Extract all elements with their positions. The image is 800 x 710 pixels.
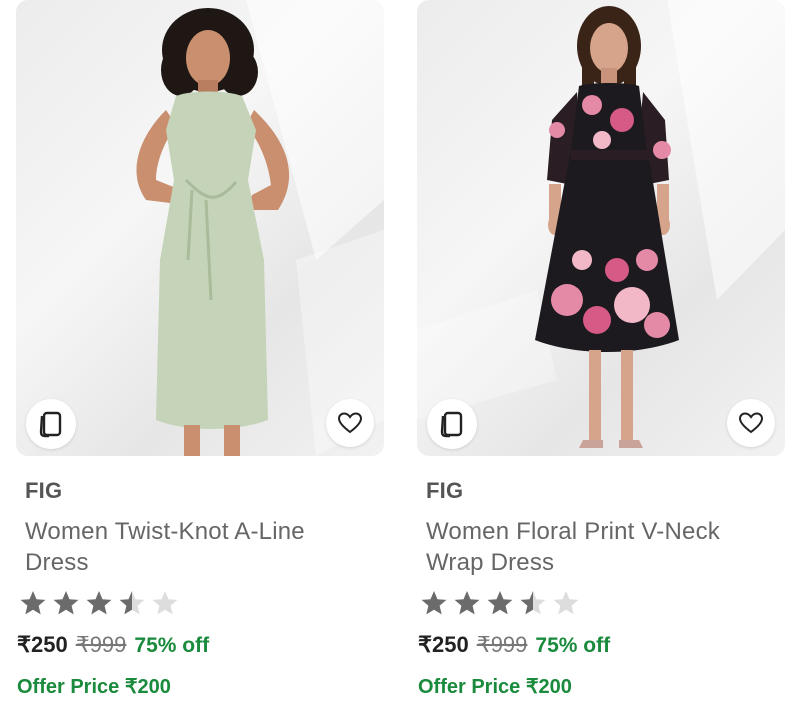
rating-stars — [19, 588, 179, 618]
similar-products-icon — [39, 411, 62, 438]
original-price: ₹999 — [476, 632, 528, 657]
heart-outline-icon — [738, 412, 764, 434]
product-title[interactable]: Women Twist-Knot A-Line Dress — [25, 516, 365, 578]
similar-products-button[interactable] — [26, 399, 76, 449]
selling-price: ₹250 — [418, 632, 469, 657]
heart-outline-icon — [337, 412, 363, 434]
similar-products-button[interactable] — [427, 399, 477, 449]
product-image[interactable] — [417, 0, 785, 456]
offer-price: Offer Price ₹200 — [17, 676, 171, 698]
price-row: ₹250 ₹999 75% off — [17, 632, 209, 658]
wishlist-button[interactable] — [326, 399, 374, 447]
rating-stars — [420, 588, 580, 618]
product-image[interactable] — [16, 0, 384, 456]
product-brand: FIG — [25, 478, 63, 503]
star-filled-icon — [421, 591, 447, 615]
star-filled-icon — [20, 591, 46, 615]
star-half-icon — [119, 591, 145, 615]
offer-price: Offer Price ₹200 — [418, 676, 572, 698]
star-filled-icon — [487, 591, 513, 615]
dress-photo — [136, 0, 384, 456]
product-grid: FIG Women Twist-Knot A-Line Dress ₹250 ₹… — [0, 0, 800, 710]
price-row: ₹250 ₹999 75% off — [418, 632, 610, 658]
star-filled-icon — [86, 591, 112, 615]
discount-badge: 75% off — [535, 634, 611, 657]
product-title[interactable]: Women Floral Print V-Neck Wrap Dress — [426, 516, 766, 578]
star-filled-icon — [53, 591, 79, 615]
discount-badge: 75% off — [134, 634, 210, 657]
star-half-icon — [520, 591, 546, 615]
wishlist-button[interactable] — [727, 399, 775, 447]
star-empty-icon — [152, 591, 178, 615]
selling-price: ₹250 — [17, 632, 68, 657]
original-price: ₹999 — [75, 632, 127, 657]
product-card[interactable]: FIG Women Twist-Knot A-Line Dress ₹250 ₹… — [16, 0, 384, 710]
product-card[interactable]: FIG Women Floral Print V-Neck Wrap Dress… — [417, 0, 785, 710]
product-brand: FIG — [426, 478, 464, 503]
star-filled-icon — [454, 591, 480, 615]
similar-products-icon — [440, 411, 463, 438]
star-empty-icon — [553, 591, 579, 615]
dress-photo — [417, 0, 785, 448]
